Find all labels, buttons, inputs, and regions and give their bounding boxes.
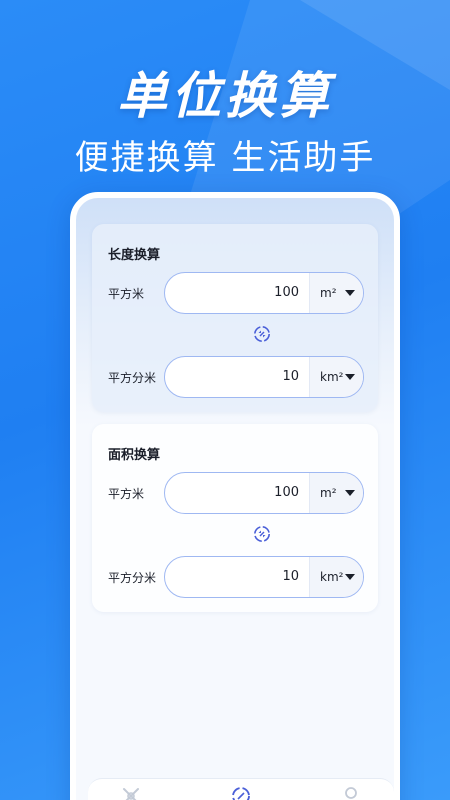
convert-icon[interactable] (230, 785, 252, 800)
tools-icon[interactable] (120, 785, 142, 800)
unit-label: 平方分米 (108, 371, 157, 385)
converter-card-length: 长度换算 平方米 100 m² 平方分米 10 km² (92, 224, 378, 412)
value-input[interactable]: 100 (165, 473, 303, 513)
card-title: 面积换算 (108, 448, 161, 463)
value-input[interactable]: 10 (165, 557, 303, 597)
swap-icon[interactable] (252, 524, 272, 544)
unit-select-value: km² (320, 570, 344, 584)
caret-down-icon (345, 574, 355, 580)
caret-down-icon (345, 490, 355, 496)
converter-row-from: 平方米 100 m² (92, 472, 378, 514)
unit-label: 平方米 (108, 487, 145, 501)
value-input[interactable]: 10 (165, 357, 303, 397)
profile-icon[interactable] (340, 785, 362, 800)
converter-row-from: 平方米 100 m² (92, 272, 378, 314)
unit-select[interactable]: m² (309, 273, 363, 313)
unit-label: 平方分米 (108, 571, 157, 585)
bottom-tab-bar (88, 778, 394, 800)
unit-select-value: m² (320, 486, 337, 500)
value-field[interactable]: 10 km² (164, 556, 364, 598)
caret-down-icon (345, 290, 355, 296)
unit-select-value: m² (320, 286, 337, 300)
card-title: 长度换算 (108, 248, 161, 263)
value-field[interactable]: 100 m² (164, 272, 364, 314)
caret-down-icon (345, 374, 355, 380)
value-input[interactable]: 100 (165, 273, 303, 313)
converter-row-to: 平方分米 10 km² (92, 556, 378, 598)
value-field[interactable]: 100 m² (164, 472, 364, 514)
unit-select[interactable]: m² (309, 473, 363, 513)
unit-label: 平方米 (108, 287, 145, 301)
unit-select[interactable]: km² (309, 557, 363, 597)
converter-card-area: 面积换算 平方米 100 m² 平方分米 10 km² (92, 424, 378, 612)
unit-select[interactable]: km² (309, 357, 363, 397)
phone-frame: 长度换算 平方米 100 m² 平方分米 10 km² 面积换算 平方米 100… (70, 192, 400, 800)
value-field[interactable]: 10 km² (164, 356, 364, 398)
swap-icon[interactable] (252, 324, 272, 344)
converter-row-to: 平方分米 10 km² (92, 356, 378, 398)
promo-subheadline: 便捷换算 生活助手 (74, 138, 376, 178)
unit-select-value: km² (320, 370, 344, 384)
promo-headline: 单位换算 (117, 67, 333, 125)
